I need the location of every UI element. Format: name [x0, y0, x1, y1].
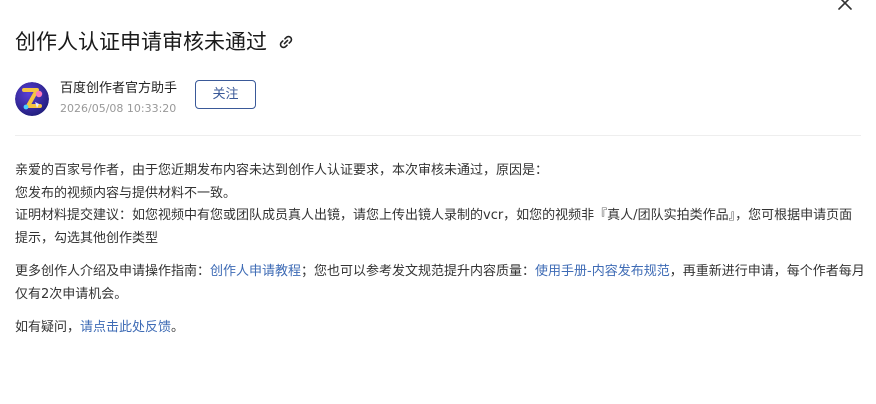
submission-suggestion: 证明材料提交建议：如您视频中有您或团队成员真人出镜，请您上传出镜人录制的vcr，…: [15, 208, 853, 246]
avatar[interactable]: [15, 81, 49, 116]
author-meta: 百度创作者官方助手 2026/05/08 10:33:20: [60, 80, 177, 117]
guide-paragraph: 更多创作人介绍及申请操作指南：创作人申请教程；您也可以参考发文规范提升内容质量：…: [15, 261, 865, 306]
feedback-prefix: 如有疑问，: [15, 320, 81, 335]
divider: [15, 135, 861, 136]
author-name[interactable]: 百度创作者官方助手: [60, 80, 177, 98]
feedback-link[interactable]: 请点击此处反馈: [80, 320, 171, 335]
feedback-paragraph: 如有疑问，请点击此处反馈。: [15, 317, 865, 340]
page-title: 创作人认证申请审核未通过: [15, 30, 267, 54]
message-body: 亲爱的百家号作者，由于您近期发布内容未达到创作人认证要求，本次审核未通过，原因是…: [15, 160, 865, 340]
feedback-suffix: 。: [171, 320, 185, 335]
link-icon[interactable]: [277, 33, 295, 51]
publishing-rules-link[interactable]: 使用手册-内容发布规范: [535, 264, 670, 279]
close-icon: [838, 0, 852, 10]
follow-button[interactable]: 关注: [195, 80, 256, 109]
reason-intro: 亲爱的百家号作者，由于您近期发布内容未达到创作人认证要求，本次审核未通过，原因是…: [15, 163, 549, 178]
guide-prefix: 更多创作人介绍及申请操作指南：: [15, 264, 211, 279]
reason-detail: 您发布的视频内容与提供材料不一致。: [15, 185, 237, 201]
title-row: 创作人认证申请审核未通过: [15, 27, 295, 57]
guide-middle: ；您也可以参考发文规范提升内容质量：: [301, 264, 536, 279]
author-info: 百度创作者官方助手 2026/05/08 10:33:20: [15, 80, 177, 117]
close-button[interactable]: [836, 0, 854, 12]
tutorial-link[interactable]: 创作人申请教程: [210, 264, 301, 279]
baijiahao-assistant-avatar: [15, 81, 49, 116]
publish-time: 2026/05/08 10:33:20: [60, 102, 177, 115]
